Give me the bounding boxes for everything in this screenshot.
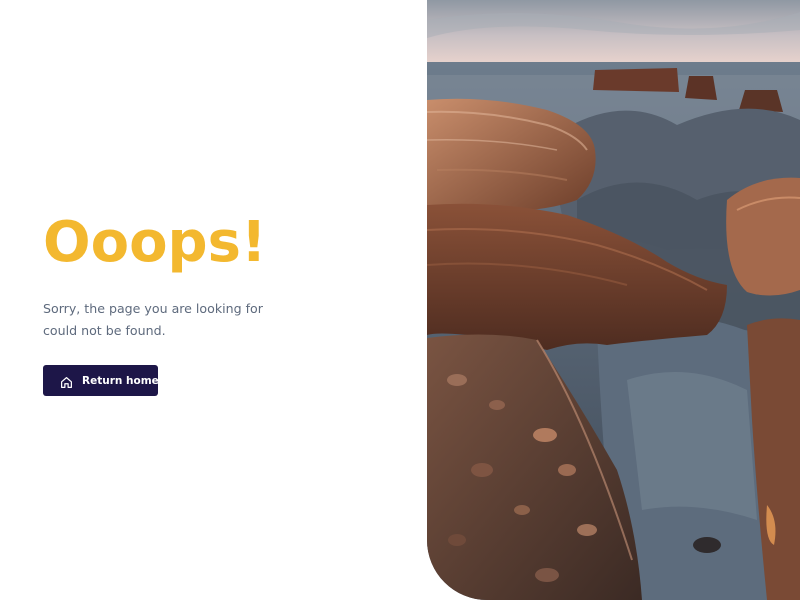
return-home-label: Return home: [82, 374, 159, 387]
canyon-photo: [427, 0, 800, 600]
error-message: Sorry, the page you are looking for coul…: [43, 301, 263, 338]
error-page: Ooops! Sorry, the page you are looking f…: [0, 0, 800, 600]
error-content: Ooops! Sorry, the page you are looking f…: [43, 208, 303, 396]
return-home-button[interactable]: Return home: [43, 365, 159, 396]
error-title: Ooops!: [43, 210, 267, 275]
home-icon: [60, 374, 73, 388]
